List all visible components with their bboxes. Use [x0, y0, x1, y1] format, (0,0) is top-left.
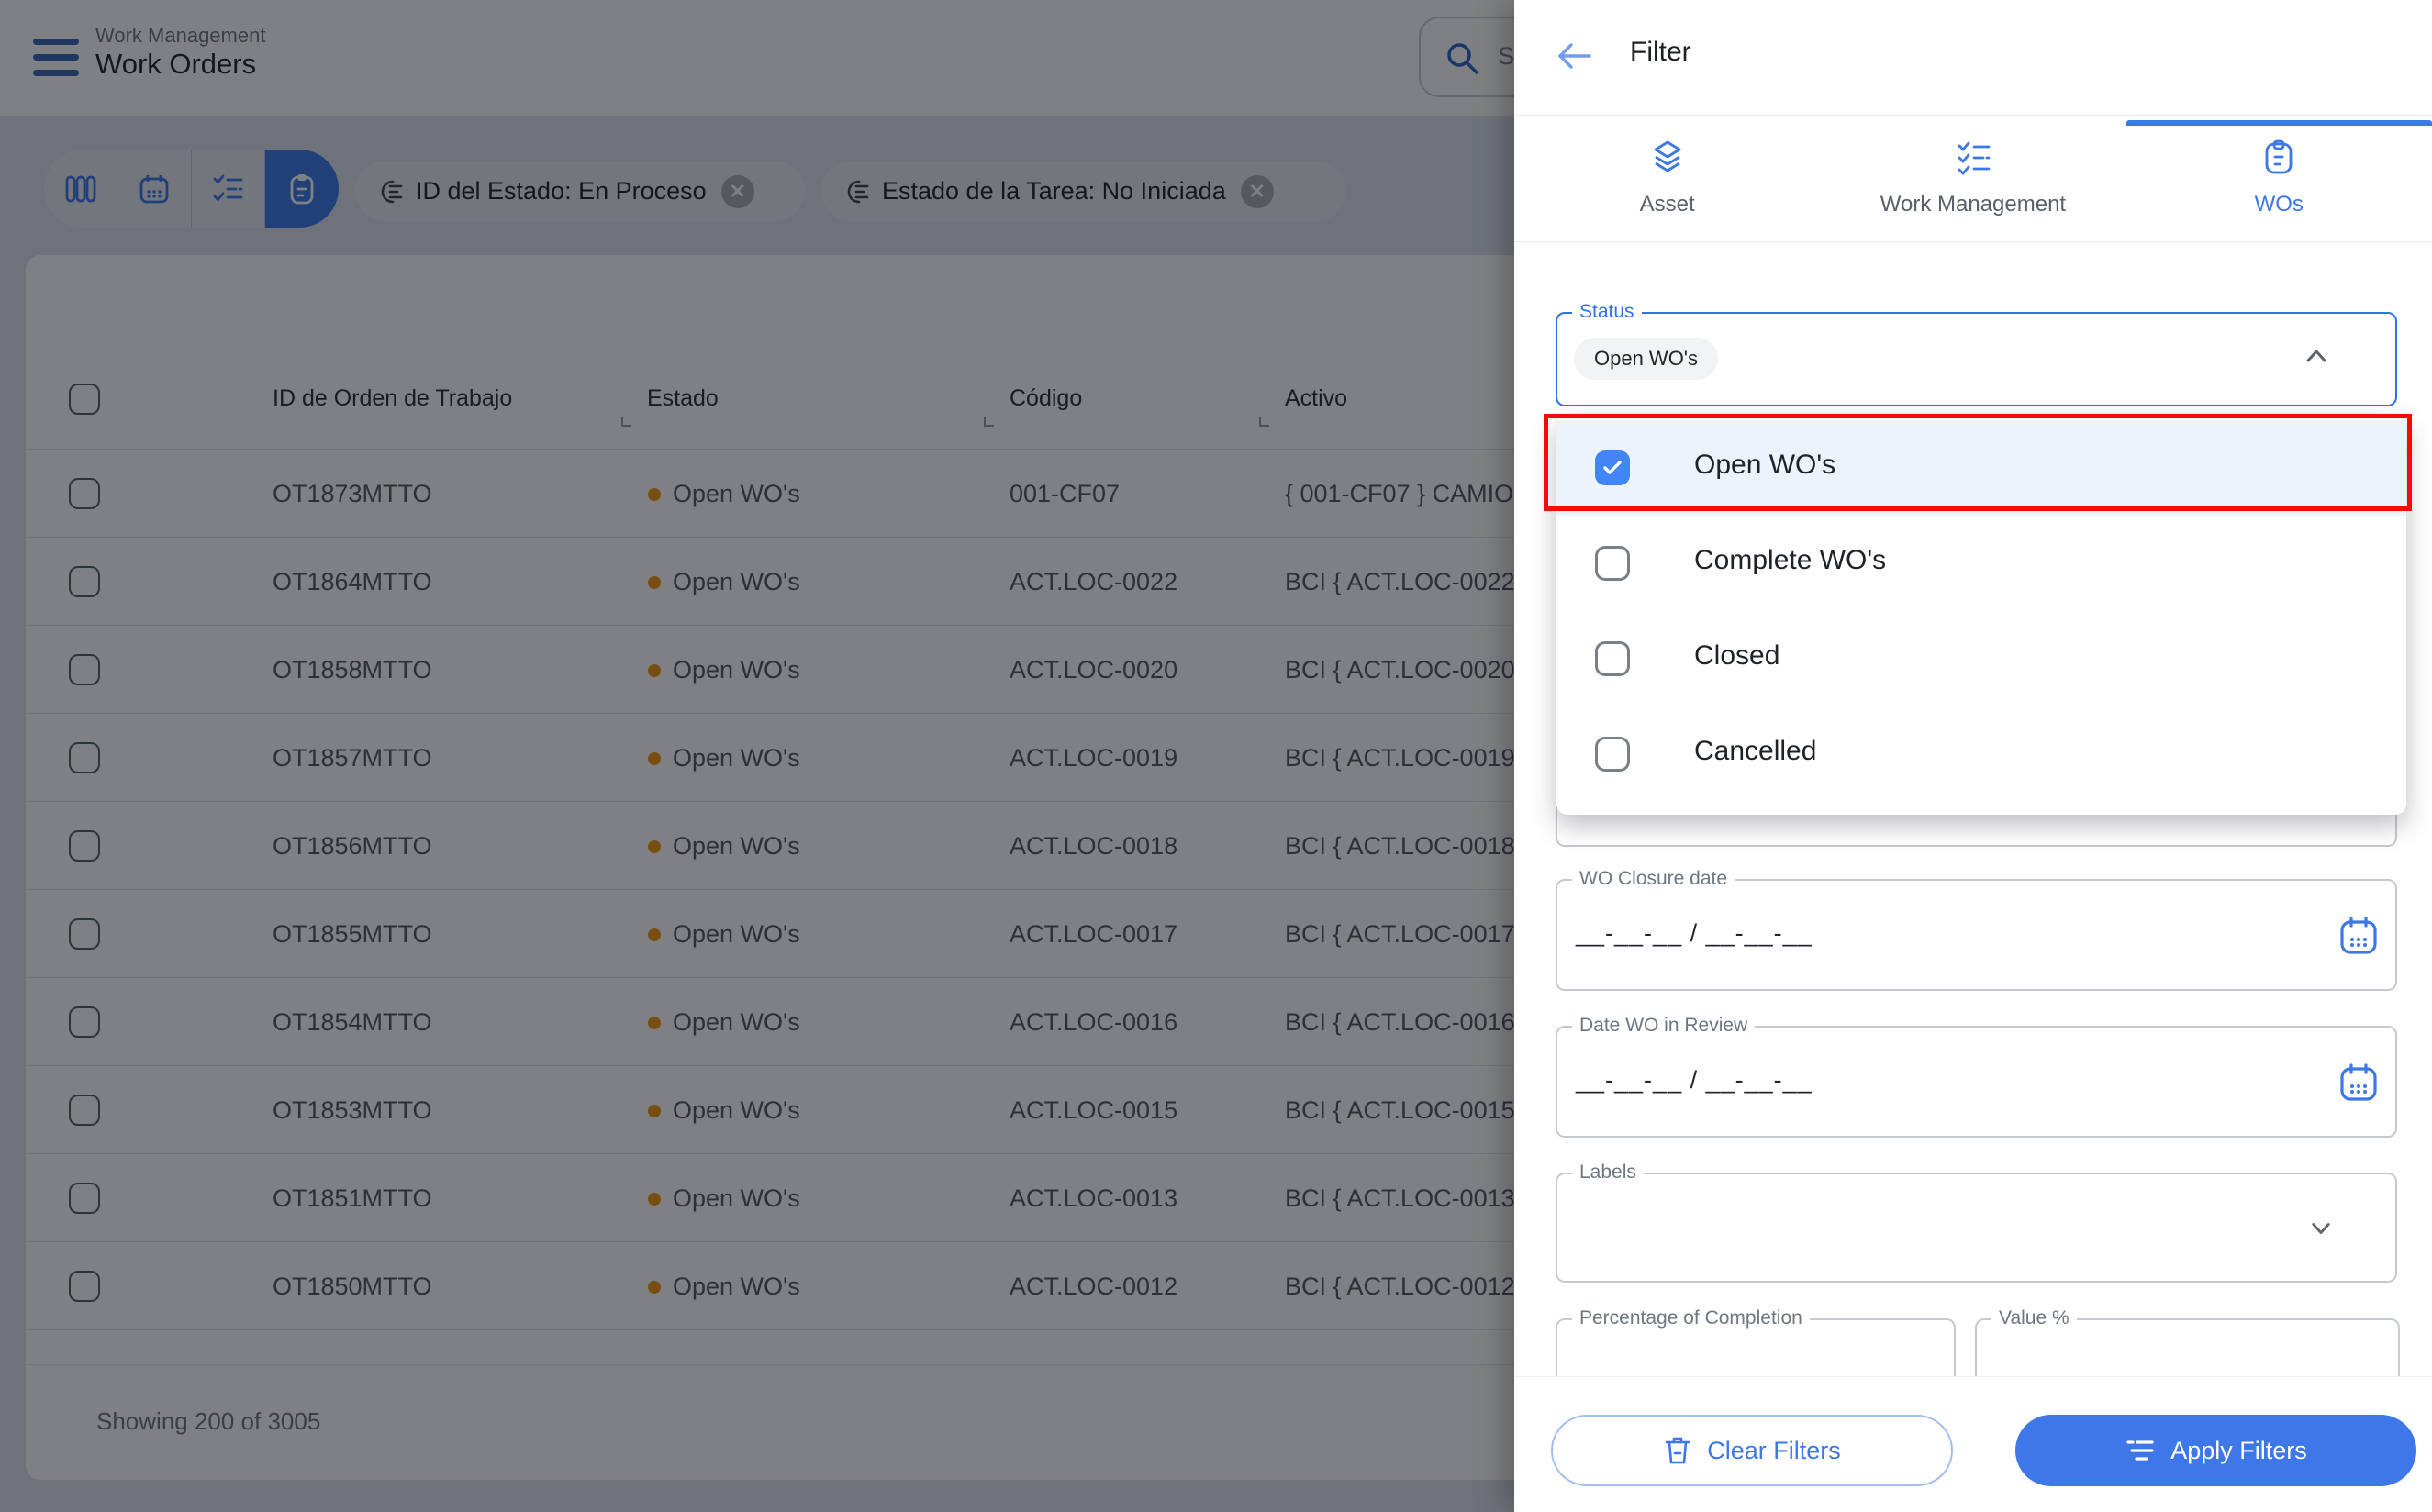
filter-panel-header: Filter: [1514, 0, 2432, 116]
apply-filters-button[interactable]: Apply Filters: [2015, 1415, 2416, 1486]
status-select[interactable]: Status Open WO's: [1556, 312, 2397, 406]
option-open-wos[interactable]: Open WO's: [1556, 420, 2406, 516]
date-wo-in-review-field[interactable]: Date WO in Review __-__-__ / __-__-__: [1556, 1026, 2397, 1138]
calendar-icon[interactable]: [2337, 914, 2381, 962]
chevron-down-icon[interactable]: [2307, 1218, 2335, 1243]
checkbox-checked-icon[interactable]: [1595, 450, 1630, 485]
modal-scrim[interactable]: [0, 0, 1514, 1512]
status-field-label: Status: [1572, 301, 1642, 323]
option-complete-wos[interactable]: Complete WO's: [1556, 516, 2406, 611]
tab-wos[interactable]: WOs: [2126, 117, 2432, 241]
calendar-icon[interactable]: [2337, 1061, 2381, 1109]
checkbox-unchecked-icon[interactable]: [1595, 546, 1630, 581]
filter-lines-icon: [2125, 1437, 2156, 1464]
wo-closure-date-field[interactable]: WO Closure date __-__-__ / __-__-__: [1556, 879, 2397, 991]
tab-label: Work Management: [1880, 192, 2066, 217]
option-cancelled[interactable]: Cancelled: [1556, 706, 2406, 802]
checkbox-unchecked-icon[interactable]: [1595, 737, 1630, 772]
tab-asset[interactable]: Asset: [1514, 117, 1820, 241]
date-range-placeholder[interactable]: __-__-__ / __-__-__: [1576, 1066, 1813, 1095]
chevron-up-icon[interactable]: [2302, 345, 2331, 372]
filter-panel-title: Filter: [1630, 37, 1691, 68]
status-dropdown-menu: Open WO's Complete WO's Closed Cancelled: [1556, 415, 2406, 815]
date-range-placeholder[interactable]: __-__-__ / __-__-__: [1576, 919, 1813, 948]
checkbox-unchecked-icon[interactable]: [1595, 641, 1630, 676]
filter-panel-footer: Clear Filters Apply Filters: [1514, 1376, 2432, 1512]
labels-select[interactable]: Labels: [1556, 1173, 2397, 1283]
clear-filters-button[interactable]: Clear Filters: [1551, 1415, 1953, 1486]
option-closed[interactable]: Closed: [1556, 611, 2406, 706]
layers-icon: [1648, 137, 1687, 177]
filter-panel: Filter Asset Work Ma: [1514, 0, 2432, 1512]
active-tab-indicator: [2126, 120, 2432, 126]
filter-tabs: Asset Work Management: [1514, 117, 2432, 242]
work-orders-page: Work Management Work Orders Se: [0, 0, 1514, 1512]
trash-icon: [1663, 1435, 1692, 1466]
back-arrow-icon[interactable]: [1553, 39, 1595, 78]
tab-work-management[interactable]: Work Management: [1820, 117, 2125, 241]
tab-label: Asset: [1640, 192, 1695, 217]
status-selected-chip[interactable]: Open WO's: [1574, 338, 1718, 380]
checklist-icon: [1954, 137, 1992, 177]
clipboard-icon: [2259, 137, 2298, 177]
tab-label: WOs: [2255, 192, 2304, 217]
